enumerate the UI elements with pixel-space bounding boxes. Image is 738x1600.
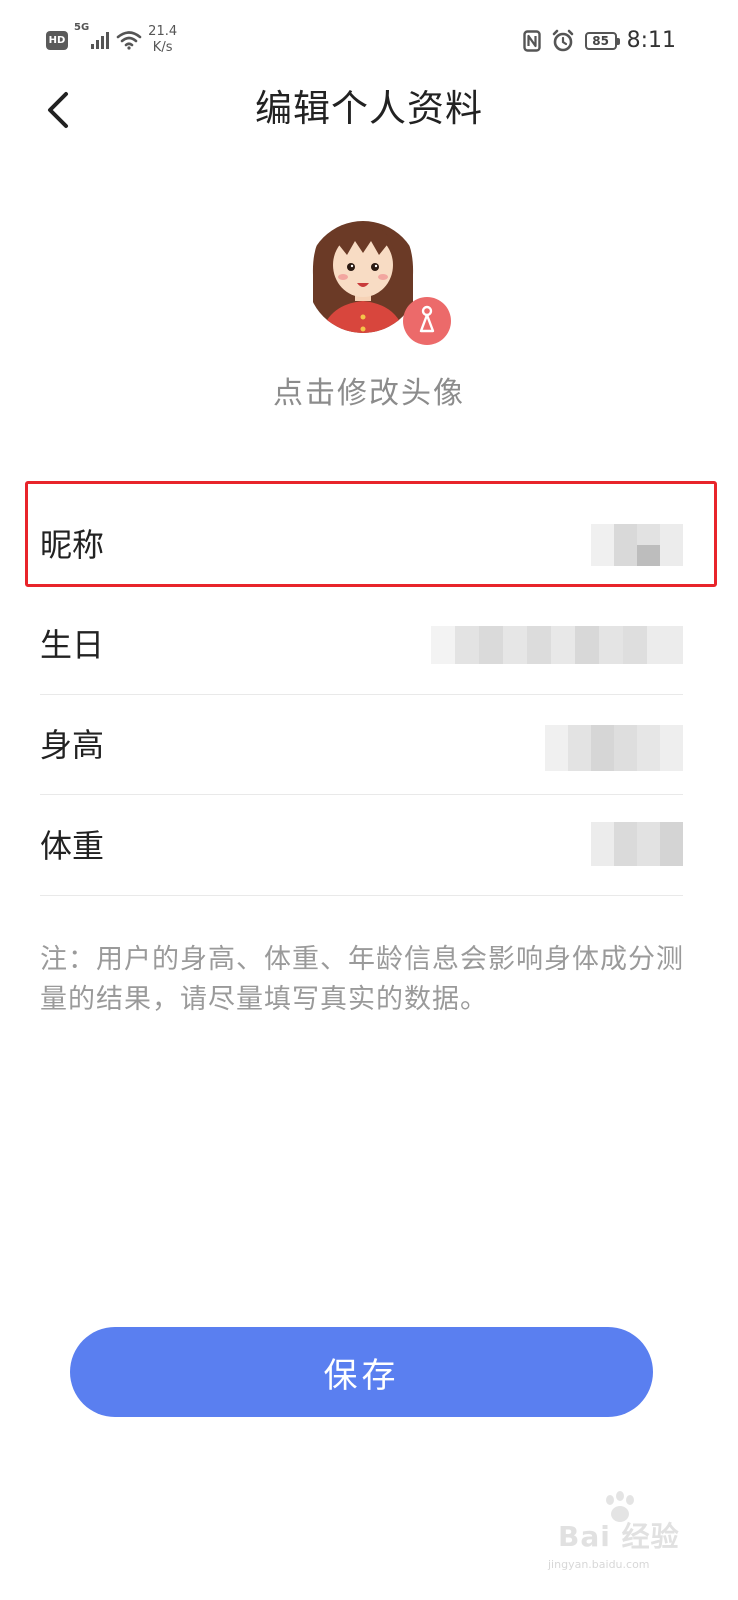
wifi-icon <box>116 31 142 50</box>
form-row-weight[interactable]: 体重 <box>40 796 683 896</box>
info-note: 注：用户的身高、体重、年龄信息会影响身体成分测量的结果，请尽量填写真实的数据。 <box>40 944 684 1015</box>
form-row-nickname[interactable]: 昵称 <box>40 495 683 595</box>
row-value-nickname-blurred <box>591 524 683 566</box>
status-bar: HD 5G 21.4 K/s 85 8:11 <box>0 0 738 84</box>
form-row-birthday[interactable]: 生日 <box>40 595 683 695</box>
status-right: 85 8:11 <box>522 28 676 53</box>
gender-badge <box>403 297 451 345</box>
avatar-image <box>307 221 451 345</box>
status-left: HD 5G 21.4 K/s <box>46 22 177 56</box>
nfc-icon <box>522 29 541 52</box>
row-label-height: 身高 <box>40 726 105 764</box>
network-type: 5G <box>74 22 90 33</box>
network-speed-value: 21.4 <box>148 24 178 39</box>
watermark-text: Bai 经验 <box>558 1520 680 1553</box>
save-button[interactable]: 保存 <box>70 1327 653 1417</box>
network-speed-unit: K/s <box>152 40 173 55</box>
form-row-height[interactable]: 身高 <box>40 695 683 795</box>
row-label-weight: 体重 <box>40 827 105 865</box>
row-value-birthday-blurred <box>431 626 683 664</box>
avatar-caption[interactable]: 点击修改头像 <box>0 368 738 412</box>
row-label-nickname: 昵称 <box>40 526 105 564</box>
page-title: 编辑个人资料 <box>255 87 483 130</box>
clock: 8:11 <box>626 28 676 53</box>
hd-badge: HD <box>46 30 68 50</box>
battery-icon: 85 <box>584 31 620 50</box>
avatar[interactable] <box>307 205 453 349</box>
row-value-weight-blurred <box>591 822 683 866</box>
row-divider <box>40 895 683 896</box>
alarm-icon <box>552 29 573 51</box>
signal-icon <box>91 32 110 49</box>
row-value-height-blurred <box>545 725 683 771</box>
baidu-watermark: Bai 经验 jingyan.baidu.com <box>548 1490 698 1580</box>
header: 编辑个人资料 <box>0 84 738 134</box>
row-divider <box>40 794 683 795</box>
battery-level: 85 <box>592 33 609 48</box>
network-speed: 21.4 K/s <box>148 24 177 56</box>
watermark-url: jingyan.baidu.com <box>548 1558 650 1571</box>
row-label-birthday: 生日 <box>40 626 105 664</box>
